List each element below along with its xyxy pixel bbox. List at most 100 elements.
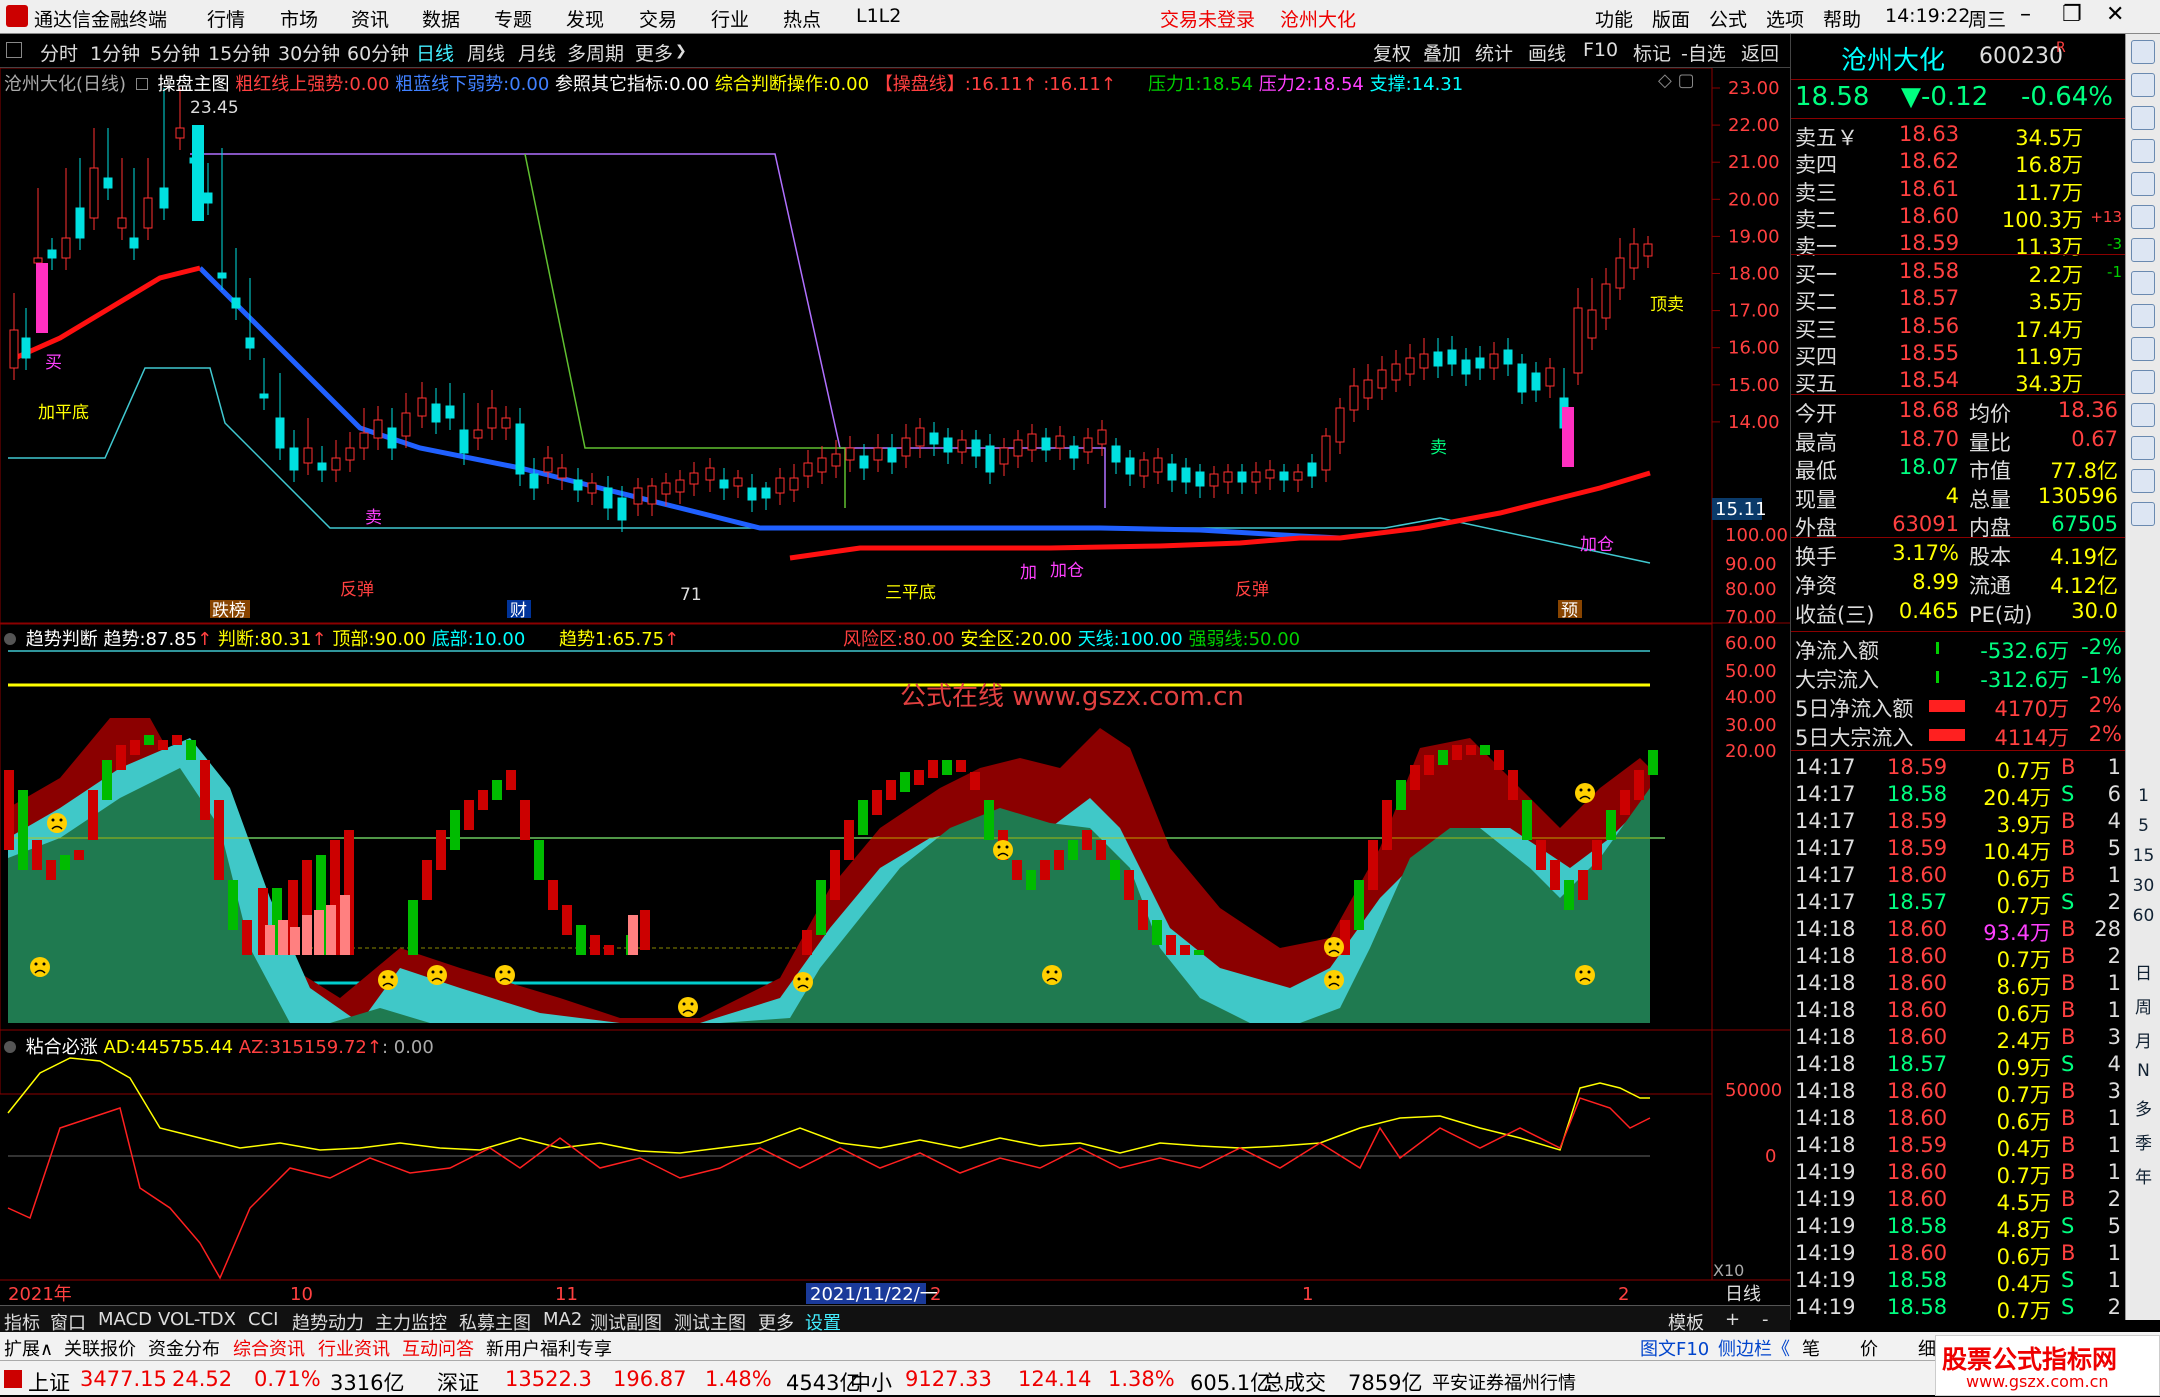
more-arrow-icon[interactable]: ❯: [675, 43, 687, 59]
ask-row-2[interactable]: 卖二 18.60 100.3万 +13: [1791, 204, 2126, 232]
bond-title[interactable]: 粘合必涨: [26, 1037, 98, 1058]
ext-general-news[interactable]: 综合资讯: [233, 1335, 305, 1361]
btn-fuquan[interactable]: 复权: [1373, 39, 1411, 66]
chart-options-icon[interactable]: ◇ ▢: [1658, 70, 1695, 91]
sidebar-period-text[interactable]: N: [2126, 1061, 2160, 1081]
ext-expand[interactable]: 扩展∧: [4, 1335, 53, 1361]
indicator-toggle-icon[interactable]: [135, 78, 148, 90]
quote-tab-price[interactable]: 价: [1860, 1335, 1878, 1361]
zoom-out-button[interactable]: -: [1762, 1309, 1769, 1330]
index-name[interactable]: 中小: [850, 1367, 892, 1397]
tab-multi-period[interactable]: 多周期: [567, 39, 624, 66]
ext-qa[interactable]: 互动问答: [402, 1335, 474, 1361]
quote-tab-detail[interactable]: 细: [1918, 1335, 1936, 1361]
close-icon[interactable]: ✕: [2106, 2, 2124, 27]
tab-60min[interactable]: 60分钟: [347, 39, 409, 66]
sidebar-period-text[interactable]: 多: [2126, 1095, 2160, 1120]
btn-fanhui[interactable]: 返回: [1741, 39, 1779, 66]
tab-daily[interactable]: 日线: [416, 39, 454, 66]
tab-cci[interactable]: CCI: [248, 1309, 278, 1330]
sidebar-tool-icon[interactable]: [2131, 238, 2155, 262]
sidebar-tool-icon[interactable]: [2131, 370, 2155, 394]
tab-macd[interactable]: MACD: [98, 1309, 152, 1330]
trend-title[interactable]: 趋势判断: [26, 629, 98, 650]
sidebar-tool-icon[interactable]: [2131, 205, 2155, 229]
tab-1min[interactable]: 1分钟: [90, 39, 140, 66]
sidebar-period-text[interactable]: 周: [2126, 993, 2160, 1018]
bid-row-1[interactable]: 买一 18.58 2.2万 -1: [1791, 259, 2126, 287]
tab-weekly[interactable]: 周线: [467, 39, 505, 66]
minimize-icon[interactable]: –: [2020, 2, 2031, 27]
btn-diejia[interactable]: 叠加: [1423, 39, 1461, 66]
tab-15min[interactable]: 15分钟: [208, 39, 270, 66]
sidebar-tool-icon[interactable]: [2131, 337, 2155, 361]
menu-jiaoyi[interactable]: 交易: [639, 5, 677, 32]
quote-tab-trades[interactable]: 笔: [1802, 1335, 1820, 1361]
menu-gongshi[interactable]: 公式: [1709, 5, 1747, 32]
menu-banmian[interactable]: 版面: [1652, 5, 1690, 32]
ask-row-3[interactable]: 卖三 18.61 11.7万: [1791, 177, 2126, 205]
menu-shichang[interactable]: 市场: [280, 5, 318, 32]
btn-f10[interactable]: F10: [1583, 39, 1618, 61]
menu-faxian[interactable]: 发现: [566, 5, 604, 32]
zoom-in-button[interactable]: +: [1725, 1309, 1740, 1330]
chart-area[interactable]: 23.45 买 加平底 反弹 卖 三平底 加 加仓 卖 反弹 加仓 顶卖 71 …: [0, 68, 1790, 1305]
ext-related-quote[interactable]: 关联报价: [64, 1335, 136, 1361]
menu-zixun[interactable]: 资讯: [351, 5, 389, 32]
menu-hangqing[interactable]: 行情: [207, 5, 245, 32]
tab-fenshi[interactable]: 分时: [40, 39, 78, 66]
sidebar-period-60[interactable]: 60: [2126, 906, 2160, 926]
trend-toggle-icon[interactable]: [4, 633, 16, 645]
menu-shuju[interactable]: 数据: [422, 5, 460, 32]
index-name[interactable]: 深证: [437, 1367, 479, 1397]
sidebar-period-15[interactable]: 15: [2126, 846, 2160, 866]
sidebar-period-text[interactable]: 日: [2126, 959, 2160, 984]
btn-huaxian[interactable]: 画线: [1528, 39, 1566, 66]
sidebar-period-1[interactable]: 1: [2126, 786, 2160, 806]
tab-5min[interactable]: 5分钟: [150, 39, 200, 66]
tab-more[interactable]: 更多: [635, 39, 673, 66]
btn-zixuan[interactable]: -自选: [1681, 39, 1726, 66]
bid-row-4[interactable]: 买四 18.55 11.9万: [1791, 341, 2126, 369]
restore-icon[interactable]: ❐: [2062, 2, 2082, 27]
tab-vol-tdx[interactable]: VOL-TDX: [158, 1309, 236, 1330]
sidebar-period-text[interactable]: 年: [2126, 1163, 2160, 1188]
btn-biaoji[interactable]: 标记: [1633, 39, 1671, 66]
ask-row-5[interactable]: 卖五￥ 18.63 34.5万: [1791, 122, 2126, 150]
sidebar-tool-icon[interactable]: [2131, 106, 2155, 130]
index-name[interactable]: 上证: [28, 1367, 70, 1397]
menu-gongneng[interactable]: 功能: [1595, 5, 1633, 32]
ask-row-4[interactable]: 卖四 18.62 16.8万: [1791, 149, 2126, 177]
sidebar-period-5[interactable]: 5: [2126, 816, 2160, 836]
sidebar-tool-icon[interactable]: [2131, 502, 2155, 526]
sidebar-tool-icon[interactable]: [2131, 436, 2155, 460]
menu-bangzhu[interactable]: 帮助: [1823, 5, 1861, 32]
sidebar-tool-icon[interactable]: [2131, 304, 2155, 328]
sidebar-period-30[interactable]: 30: [2126, 876, 2160, 896]
sidebar-tool-icon[interactable]: [2131, 172, 2155, 196]
sidebar-period-text[interactable]: 季: [2126, 1129, 2160, 1154]
menu-redian[interactable]: 热点: [783, 5, 821, 32]
btn-tongji[interactable]: 统计: [1475, 39, 1513, 66]
ext-new-user[interactable]: 新用户福利专享: [486, 1335, 612, 1361]
bid-row-5[interactable]: 买五 18.54 34.3万: [1791, 368, 2126, 396]
tab-monthly[interactable]: 月线: [518, 39, 556, 66]
bond-toggle-icon[interactable]: [4, 1041, 16, 1053]
sidebar-tool-icon[interactable]: [2131, 469, 2155, 493]
ext-industry-news[interactable]: 行业资讯: [318, 1335, 390, 1361]
tab-ma2[interactable]: MA2: [543, 1309, 582, 1330]
menu-l1l2[interactable]: L1L2: [856, 5, 901, 27]
menu-xuanxiang[interactable]: 选项: [1766, 5, 1804, 32]
sidebar-tool-icon[interactable]: [2131, 271, 2155, 295]
toolbar-toggle-icon[interactable]: [6, 42, 22, 58]
sidebar-tool-icon[interactable]: [2131, 73, 2155, 97]
sidebar-tool-icon[interactable]: [2131, 403, 2155, 427]
main-formula-name[interactable]: 操盘主图: [158, 74, 230, 95]
tab-30min[interactable]: 30分钟: [278, 39, 340, 66]
ext-fund-dist[interactable]: 资金分布: [148, 1335, 220, 1361]
login-status[interactable]: 交易未登录: [1160, 5, 1255, 32]
bid-row-3[interactable]: 买三 18.56 17.4万: [1791, 314, 2126, 342]
ext-f10[interactable]: 图文F10: [1640, 1335, 1709, 1361]
bid-row-2[interactable]: 买二 18.57 3.5万: [1791, 286, 2126, 314]
ext-sidebar[interactable]: 侧边栏《: [1718, 1335, 1790, 1361]
